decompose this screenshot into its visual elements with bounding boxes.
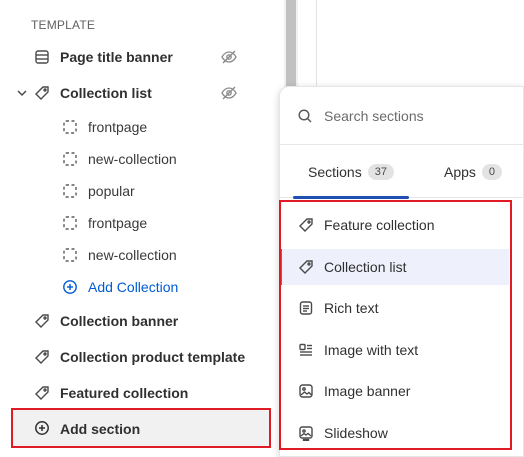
block-frame-icon — [62, 215, 78, 231]
search-sections-input[interactable] — [324, 103, 514, 129]
block-item-new-collection[interactable]: new-collection — [0, 144, 284, 174]
tab-count-badge: 0 — [481, 164, 503, 180]
block-item-label: frontpage — [88, 119, 148, 135]
section-item-collection-list[interactable]: Collection list — [0, 77, 284, 109]
block-item-label: new-collection — [88, 151, 177, 167]
tab-count-badge: 37 — [367, 164, 394, 180]
section-item-collection-banner[interactable]: Collection banner — [0, 305, 284, 337]
tag-icon — [33, 384, 51, 402]
tag-icon — [33, 84, 51, 102]
eye-hidden-icon[interactable] — [220, 84, 238, 102]
template-heading: TEMPLATE — [31, 18, 96, 32]
tag-icon — [33, 312, 51, 330]
block-frame-icon — [62, 183, 78, 199]
block-frame-icon — [62, 247, 78, 263]
add-collection-label: Add Collection — [88, 279, 179, 295]
layout-icon — [33, 48, 51, 66]
block-item-frontpage[interactable]: frontpage — [0, 112, 284, 142]
section-item-label: Collection banner — [60, 313, 179, 329]
tab-label: Sections — [308, 164, 362, 180]
sections-sidebar: TEMPLATE Page title banner Collection li… — [0, 0, 284, 457]
section-item-collection-product-template[interactable]: Collection product template — [0, 341, 284, 373]
add-collection-button[interactable]: Add Collection — [0, 272, 284, 302]
block-item-label: frontpage — [88, 215, 148, 231]
block-item-popular[interactable]: popular — [0, 176, 284, 206]
search-icon — [297, 108, 313, 124]
add-section-label: Add section — [60, 421, 141, 437]
block-frame-icon — [62, 119, 78, 135]
section-item-label: Collection list — [60, 85, 152, 101]
add-section-button[interactable]: Add section — [11, 408, 271, 448]
section-item-label: Collection product template — [60, 349, 246, 365]
section-tabs: Sections 37 Apps 0 — [280, 146, 524, 199]
block-item-frontpage[interactable]: frontpage — [0, 208, 284, 238]
section-search-bar — [280, 87, 524, 145]
plus-circle-icon — [62, 279, 78, 295]
eye-hidden-icon[interactable] — [220, 48, 238, 66]
section-item-page-title-banner[interactable]: Page title banner — [0, 41, 284, 73]
tag-icon — [33, 348, 51, 366]
block-frame-icon — [62, 151, 78, 167]
tab-apps[interactable]: Apps 0 — [444, 146, 503, 198]
chevron-down-icon[interactable] — [15, 86, 29, 100]
panel-divider — [316, 0, 317, 86]
section-item-label: Page title banner — [60, 49, 173, 65]
block-item-label: new-collection — [88, 247, 177, 263]
tab-sections[interactable]: Sections 37 — [293, 146, 409, 199]
plus-circle-icon — [34, 420, 52, 438]
block-item-new-collection[interactable]: new-collection — [0, 240, 284, 270]
sections-list-highlight — [279, 200, 512, 450]
block-item-label: popular — [88, 183, 135, 199]
section-item-featured-collection[interactable]: Featured collection — [0, 377, 284, 409]
section-item-label: Featured collection — [60, 385, 189, 401]
tab-label: Apps — [444, 164, 476, 180]
